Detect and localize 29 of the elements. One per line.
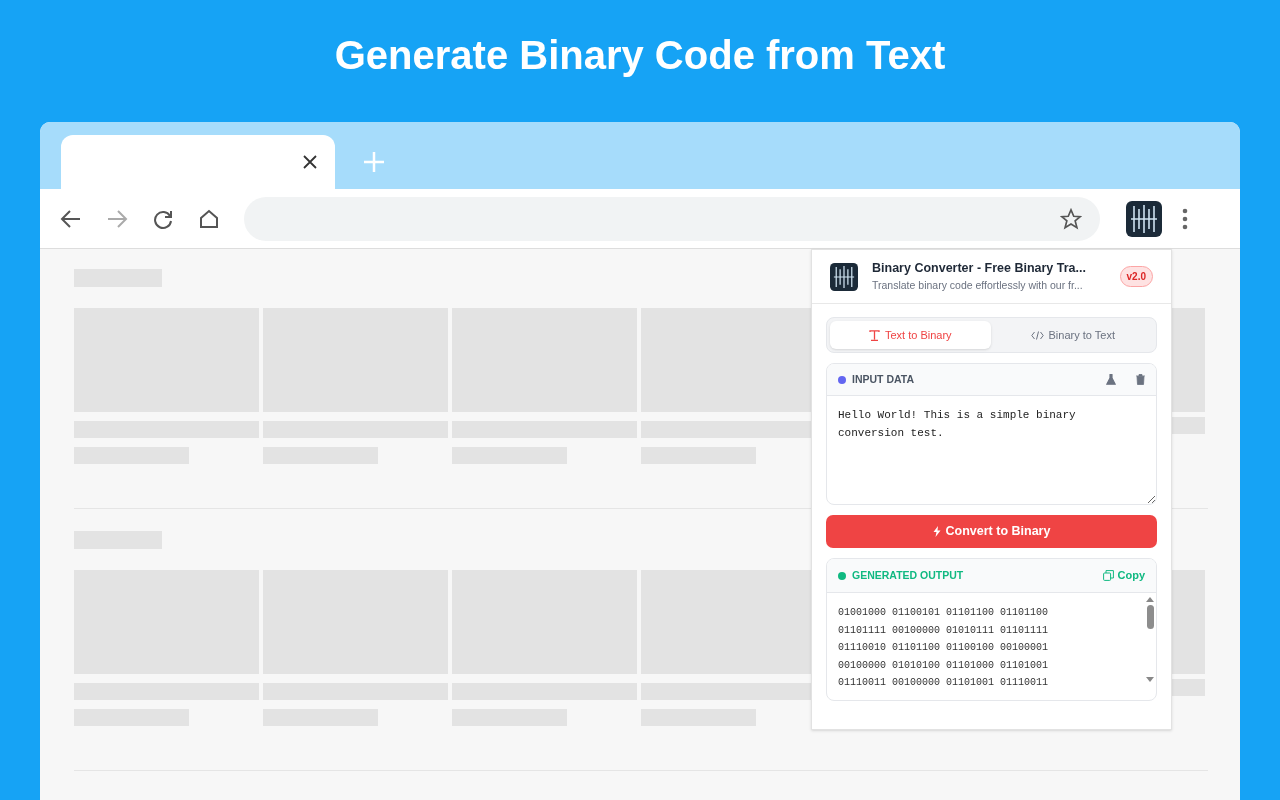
convert-button[interactable]: Convert to Binary: [826, 515, 1157, 548]
circuit-chip-icon[interactable]: [1126, 200, 1162, 237]
mode-tab[interactable]: Text to Binary: [830, 321, 991, 349]
section-label: GENERATED OUTPUT: [852, 567, 965, 583]
code-icon: [1030, 330, 1044, 340]
trash-icon[interactable]: [1136, 374, 1145, 385]
copy-icon: [1102, 570, 1114, 581]
circuit-chip-icon: [830, 262, 858, 291]
section-label: INPUT DATA: [852, 371, 916, 387]
copy-button[interactable]: Copy: [1102, 567, 1145, 584]
flask-icon[interactable]: [1106, 374, 1116, 385]
headline: Generate Binary Code from Text: [334, 32, 946, 79]
extension-title: Binary Converter - Free Binary Tra...: [872, 260, 1087, 278]
star-icon[interactable]: [1060, 207, 1082, 230]
version-badge: v2.0: [1119, 266, 1153, 287]
input-field[interactable]: Hello World! This is a simple binary conversion test.: [827, 396, 1156, 504]
scroll-down-icon[interactable]: [1146, 677, 1154, 682]
output-text: 01001000 01100101 01101100 01101100 01101111 00100000 01010111 01101111 01110010 01101100 01100100 00100001 00100000 01010100 01101000 01101001 01110011 00100000 01101001 01110011: [837, 606, 1050, 690]
scroll-up-icon[interactable]: [1146, 597, 1154, 602]
input-card[interactable]: INPUT DATA Hello World! This is a simple binary conversion test.: [826, 363, 1157, 505]
mode-tab[interactable]: Binary to Text: [992, 321, 1153, 349]
extension-subtitle: Translate binary code effortlessly with our fr...: [872, 278, 1084, 293]
close-icon[interactable]: [303, 155, 317, 169]
menu-icon[interactable]: [1182, 207, 1188, 230]
home-icon[interactable]: [198, 207, 220, 230]
scrollbar-thumb[interactable]: [1146, 605, 1154, 629]
text-icon: [868, 329, 880, 341]
lightning-icon: [932, 526, 941, 537]
back-icon[interactable]: [60, 207, 82, 230]
